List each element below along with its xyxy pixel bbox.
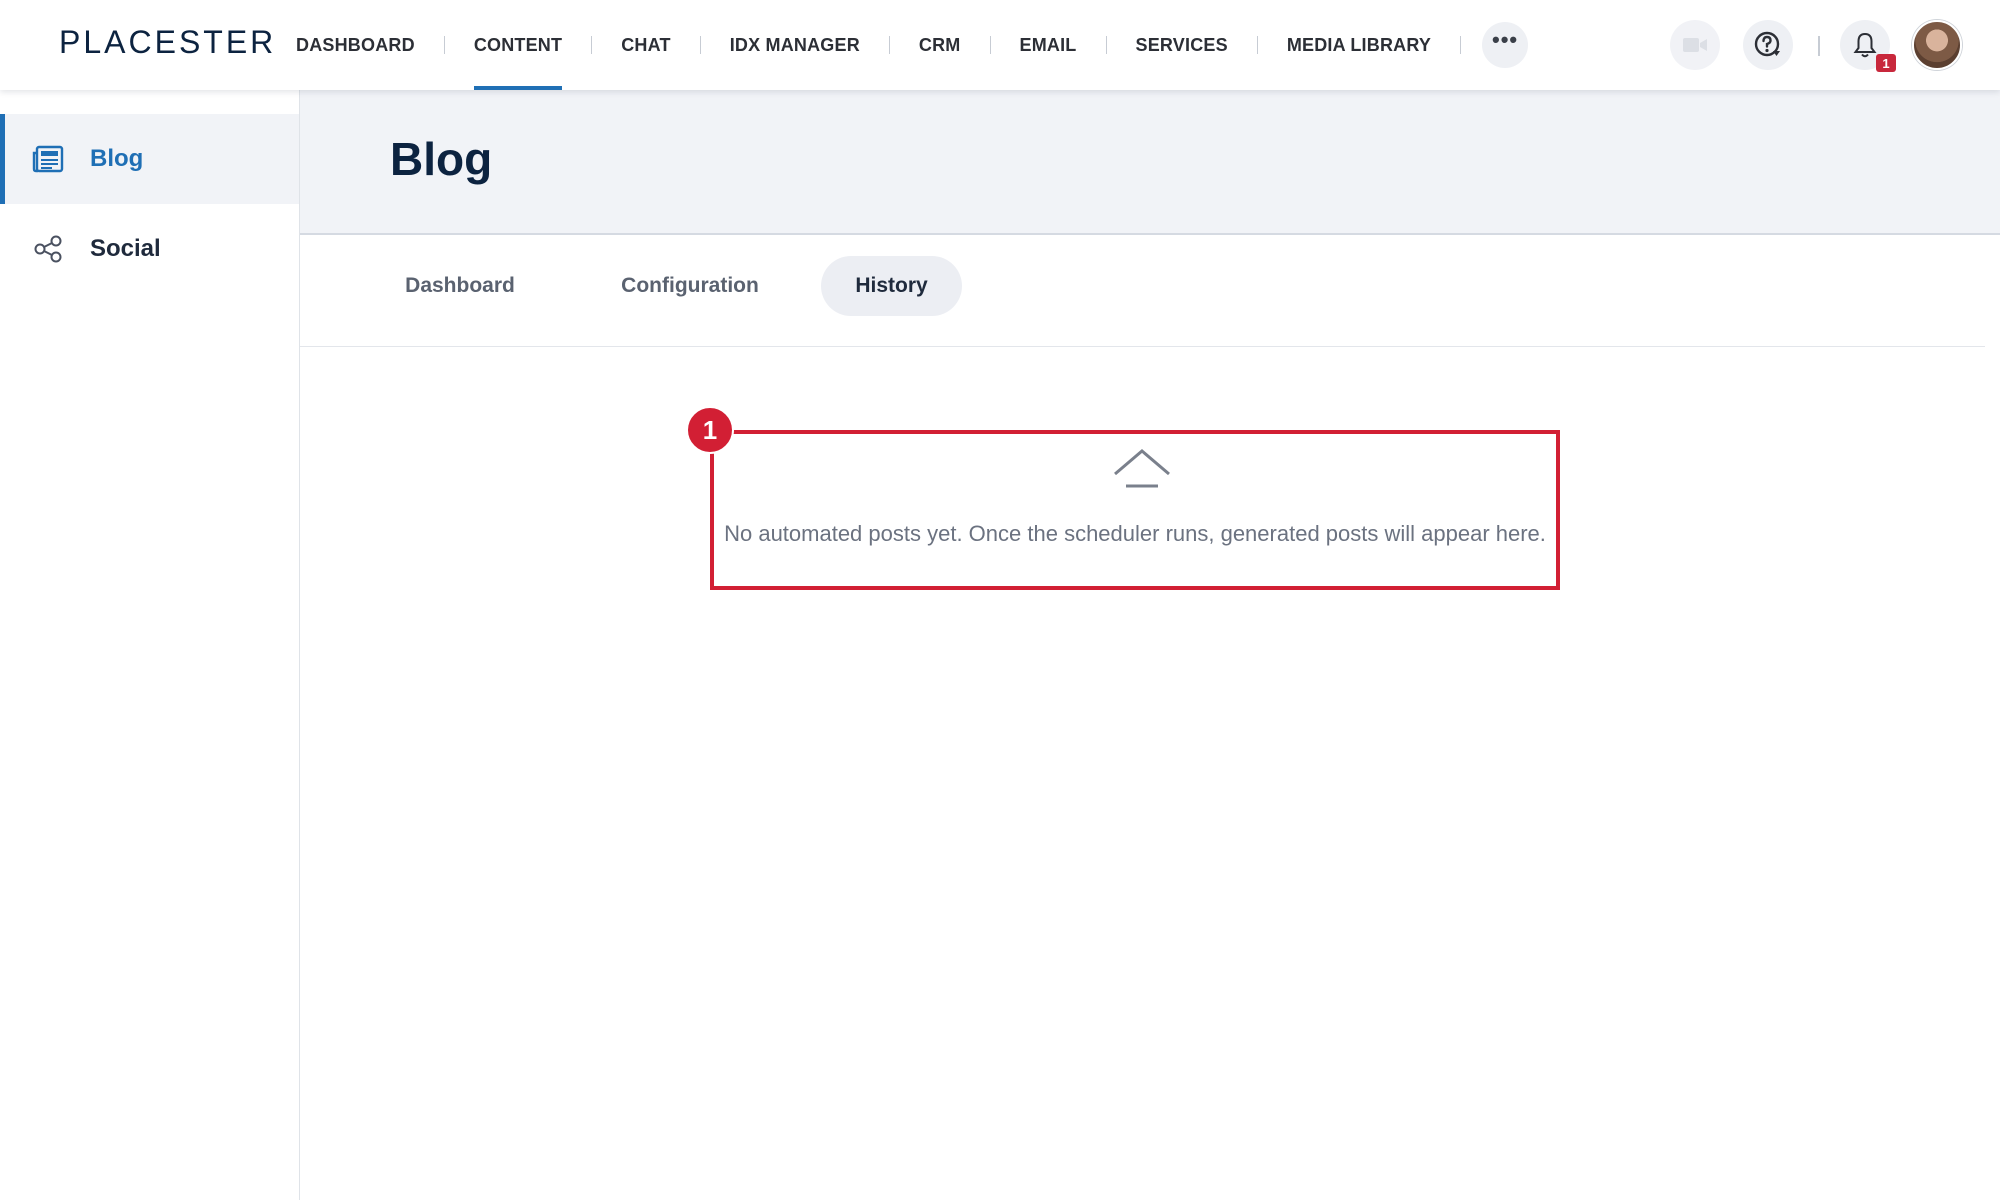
notifications-button[interactable]: 1 xyxy=(1840,20,1896,72)
nav-content[interactable]: CONTENT xyxy=(456,0,580,90)
user-avatar[interactable] xyxy=(1912,20,1962,70)
chevron-up-icon xyxy=(1114,449,1170,488)
top-navigation-bar: PLACESTER DASHBOARD CONTENT CHAT IDX MAN… xyxy=(0,0,2000,90)
tab-configuration[interactable]: Configuration xyxy=(605,256,775,316)
nav-services[interactable]: SERVICES xyxy=(1118,0,1246,90)
main-nav: DASHBOARD CONTENT CHAT IDX MANAGER CRM E… xyxy=(278,0,1529,90)
nav-divider xyxy=(591,36,593,54)
nav-divider xyxy=(1105,36,1107,54)
notification-count-badge: 1 xyxy=(1876,54,1896,72)
empty-state-message: No automated posts yet. Once the schedul… xyxy=(724,521,1546,546)
nav-email[interactable]: EMAIL xyxy=(1002,0,1095,90)
nav-dashboard[interactable]: DASHBOARD xyxy=(278,0,433,90)
video-camera-icon xyxy=(1683,38,1707,52)
sidebar-item-label: Social xyxy=(90,235,161,262)
nav-idx-manager[interactable]: IDX MANAGER xyxy=(712,0,878,90)
nav-media-library[interactable]: MEDIA LIBRARY xyxy=(1269,0,1449,90)
sidebar-item-social[interactable]: Social xyxy=(0,204,299,294)
nav-crm[interactable]: CRM xyxy=(901,0,979,90)
video-button[interactable] xyxy=(1670,20,1720,70)
newspaper-icon xyxy=(32,143,64,175)
page-title: Blog xyxy=(390,133,493,185)
nav-chat[interactable]: CHAT xyxy=(603,0,688,90)
placester-logo[interactable]: PLACESTER xyxy=(59,24,276,61)
nav-divider xyxy=(443,36,445,54)
tab-dashboard[interactable]: Dashboard xyxy=(390,256,530,316)
nav-divider xyxy=(1256,36,1258,54)
sidebar-item-label: Blog xyxy=(90,145,144,172)
nav-divider xyxy=(699,36,701,54)
help-button[interactable] xyxy=(1743,20,1793,70)
bell-icon xyxy=(1853,32,1877,58)
share-icon xyxy=(32,233,64,265)
help-circle-icon xyxy=(1754,31,1780,57)
nav-divider xyxy=(989,36,991,54)
sidebar: Blog Social xyxy=(0,90,300,1200)
nav-divider xyxy=(888,36,890,54)
tab-history[interactable]: History xyxy=(821,256,962,316)
sidebar-item-blog[interactable]: Blog xyxy=(0,114,299,204)
more-menu-button[interactable]: ••• xyxy=(1482,22,1529,68)
nav-divider xyxy=(1460,36,1462,54)
tab-bar: Dashboard Configuration History xyxy=(300,235,1985,347)
ellipsis-icon: ••• xyxy=(1492,27,1519,52)
header-divider xyxy=(1818,36,1820,56)
annotation-marker: 1 xyxy=(686,406,734,454)
page-header: Blog xyxy=(300,90,2000,235)
